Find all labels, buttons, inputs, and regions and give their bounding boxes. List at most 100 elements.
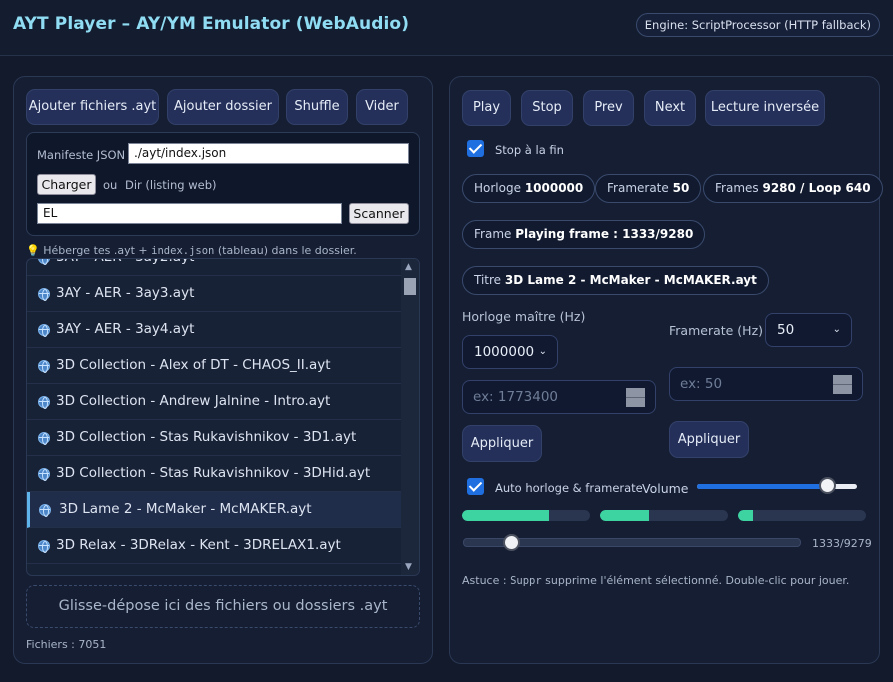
globe-icon <box>38 432 50 445</box>
scan-button[interactable]: Scanner <box>349 203 409 224</box>
auto-label: Auto horloge & framerate <box>495 481 643 495</box>
add-folder-button[interactable]: Ajouter dossier <box>167 89 279 125</box>
auto-checkbox[interactable] <box>467 478 484 495</box>
seek-knob[interactable] <box>502 534 520 551</box>
playlist-row-label: 3D Collection - Alex of DT - CHAOS_II.ay… <box>56 357 331 373</box>
framerate-value: 50 <box>672 181 690 195</box>
position-text: 1333/9279 <box>812 537 872 550</box>
scroll-thumb[interactable] <box>404 278 416 295</box>
playlist-row[interactable]: 3AY - AER - 3ay2.ayt <box>27 259 403 276</box>
hint-prefix: Héberge tes .ayt + <box>43 244 152 257</box>
playlist-row[interactable]: 3D Collection - Alex of DT - CHAOS_II.ay… <box>27 348 403 384</box>
playlist[interactable]: 3AY - AER - 3ay2.ayt 3AY - AER - 3ay3.ayt… <box>26 258 420 576</box>
globe-icon <box>38 288 50 301</box>
playlist-row-label: 3AY - AER - 3ay2.ayt <box>56 259 194 265</box>
scroll-down-icon[interactable]: ▼ <box>405 562 412 572</box>
framerate-hz-label: Framerate (Hz) <box>669 323 764 338</box>
master-clock-input[interactable]: ex: 1773400 <box>462 380 656 414</box>
playlist-row[interactable]: 3D Relax - 3DRelax - Kent - 3DRELAX1.ayt <box>27 528 403 564</box>
stop-at-end-checkbox[interactable] <box>467 140 484 157</box>
add-files-button[interactable]: Ajouter fichiers .ayt <box>26 89 159 125</box>
number-spinner-icon[interactable] <box>626 388 645 407</box>
shuffle-button[interactable]: Shuffle <box>286 89 348 125</box>
clock-label: Horloge <box>474 181 521 195</box>
playlist-row-label: 3D Collection - Stas Rukavishnikov - 3DH… <box>56 465 371 481</box>
tip-code: Suppr <box>510 575 542 587</box>
prev-button[interactable]: Prev <box>583 90 634 126</box>
playlist-row-label: 3D Collection - Stas Rukavishnikov - 3D1… <box>56 429 357 445</box>
framerate-input[interactable]: ex: 50 <box>669 367 863 401</box>
meter-fill <box>462 510 550 521</box>
stop-at-end-label: Stop à la fin <box>495 143 564 157</box>
globe-icon <box>39 504 51 517</box>
globe-icon <box>38 360 50 373</box>
number-spinner-icon[interactable] <box>833 375 852 394</box>
playlist-row[interactable]: 3D Collection - Andrew Jalnine - Intro.a… <box>27 384 403 420</box>
play-button[interactable]: Play <box>462 90 511 126</box>
files-count: Fichiers : 7051 <box>26 638 107 651</box>
manifest-label: Manifeste JSON <box>37 148 126 162</box>
master-clock-placeholder: ex: 1773400 <box>473 389 559 405</box>
playlist-row-label: 3D Relax - 3DRelax - Kent - 3DRELAX1.ayt <box>56 537 341 553</box>
hint-suffix: (tableau) dans le dossier. <box>214 244 357 257</box>
clock-pill: Horloge 1000000 <box>462 174 596 203</box>
playlist-row-label: 3AY - AER - 3ay4.ayt <box>56 321 195 337</box>
globe-icon <box>38 324 50 337</box>
hint-code: index.json <box>151 245 215 257</box>
playlist-row-label: 3AY - AER - 3ay3.ayt <box>56 285 195 301</box>
playlist-row[interactable]: 3AY - AER - 3ay4.ayt <box>27 312 403 348</box>
tip-text: Astuce : Suppr supprime l'élément sélect… <box>462 574 849 587</box>
framerate-label: Framerate <box>607 181 669 195</box>
apply-framerate-button[interactable]: Appliquer <box>669 421 749 458</box>
globe-icon <box>38 259 50 265</box>
frame-value: Playing frame : 1333/9280 <box>515 227 694 241</box>
playlist-row[interactable]: 3D Lame 2 - McMaker - McMAKER.ayt <box>27 492 403 528</box>
engine-badge: Engine: ScriptProcessor (HTTP fallback) <box>635 13 880 37</box>
lightbulb-icon: 💡 <box>26 244 40 257</box>
stop-button[interactable]: Stop <box>521 90 573 126</box>
framerate-select[interactable]: 50 ⌄ <box>765 313 852 347</box>
chevron-down-icon: ⌄ <box>832 324 841 335</box>
frame-pill: Frame Playing frame : 1333/9280 <box>462 220 706 249</box>
apply-clock-button[interactable]: Appliquer <box>462 425 542 462</box>
volume-fill <box>697 484 829 489</box>
playlist-row-label: 3D Lame 2 - McMaker - McMAKER.ayt <box>59 501 312 517</box>
meter-fill <box>738 510 754 521</box>
scroll-up-icon[interactable]: ▲ <box>405 262 412 272</box>
reverse-play-button[interactable]: Lecture inversée <box>705 90 825 126</box>
title-value: 3D Lame 2 - McMaker - McMAKER.ayt <box>504 273 757 287</box>
dir-input[interactable]: EL <box>37 203 342 224</box>
tip-prefix: Astuce : <box>462 574 511 587</box>
playlist-row[interactable]: 3D Collection - Stas Rukavishnikov - 3DH… <box>27 456 403 492</box>
framerate-select-value: 50 <box>777 322 795 338</box>
dropzone[interactable]: Glisse-dépose ici des fichiers ou dossie… <box>26 585 420 628</box>
playlist-row-label: 3D Collection - Andrew Jalnine - Intro.a… <box>56 393 331 409</box>
dir-label: Dir (listing web) <box>125 178 217 192</box>
master-clock-select-value: 1000000 <box>474 344 535 360</box>
manifest-input[interactable]: ./ayt/index.json <box>128 143 409 164</box>
title-label: Titre <box>474 273 502 287</box>
next-button[interactable]: Next <box>644 90 696 126</box>
level-meter-b <box>600 510 728 521</box>
globe-icon <box>38 468 50 481</box>
frames-pill: Frames 9280 / Loop 640 <box>703 174 883 203</box>
load-button[interactable]: Charger <box>37 174 96 195</box>
clear-button[interactable]: Vider <box>356 89 408 125</box>
playlist-rows: 3AY - AER - 3ay2.ayt 3AY - AER - 3ay3.ayt… <box>27 259 403 564</box>
globe-icon <box>38 540 50 553</box>
tip-suffix: supprime l'élément sélectionné. Double-c… <box>541 574 850 587</box>
playlist-scrollbar[interactable]: ▲ ▼ <box>401 259 419 575</box>
framerate-pill: Framerate 50 <box>595 174 702 203</box>
playlist-row[interactable]: 3D Collection - Stas Rukavishnikov - 3D1… <box>27 420 403 456</box>
framerate-placeholder: ex: 50 <box>680 376 723 392</box>
top-bar: AYT Player – AY/YM Emulator (WebAudio) E… <box>0 0 893 56</box>
volume-label: Volume <box>642 481 689 496</box>
playlist-row[interactable]: 3AY - AER - 3ay3.ayt <box>27 276 403 312</box>
frames-value: 9280 / Loop 640 <box>762 181 871 195</box>
level-meter-a <box>462 510 590 521</box>
frames-label: Frames <box>715 181 759 195</box>
meter-fill <box>600 510 649 521</box>
level-meter-c <box>738 510 866 521</box>
master-clock-select[interactable]: 1000000 ⌄ <box>462 335 558 369</box>
frame-label: Frame <box>474 227 512 241</box>
